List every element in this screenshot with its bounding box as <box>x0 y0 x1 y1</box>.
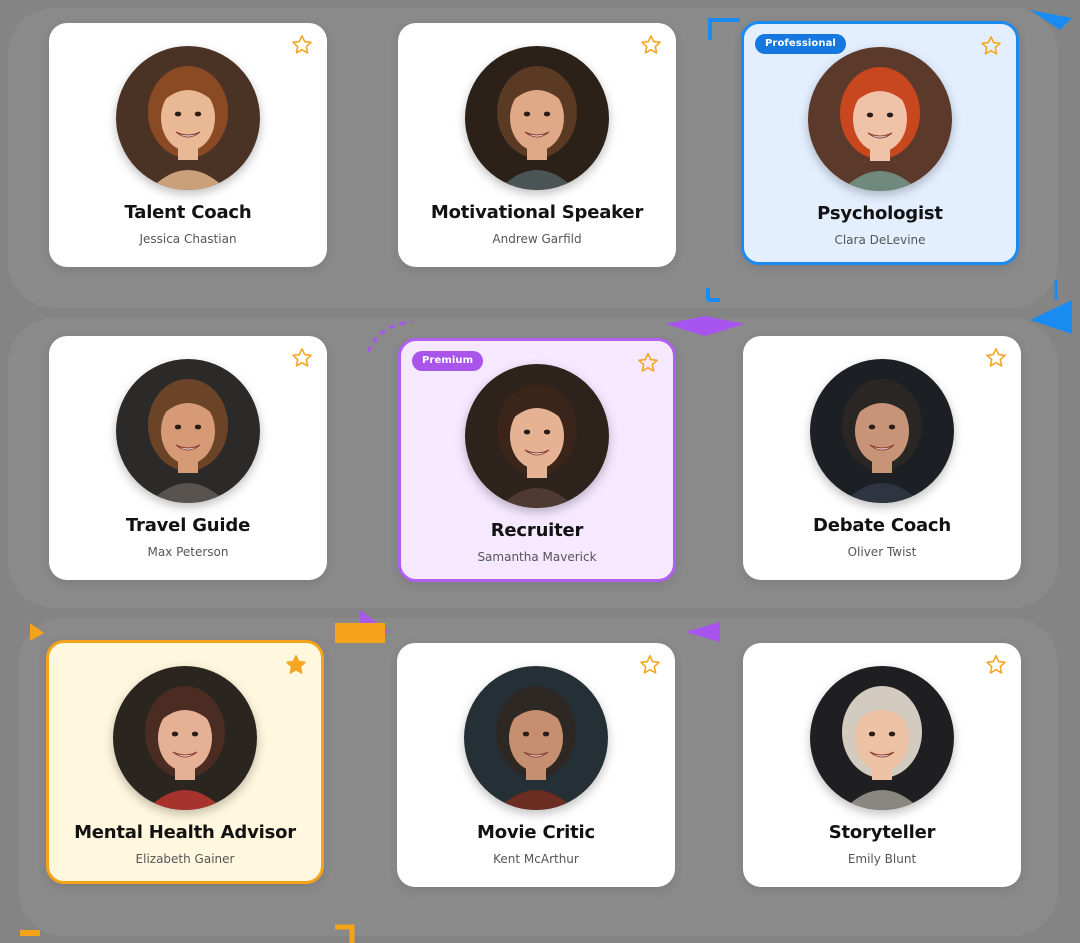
professional-badge: Professional <box>755 34 846 54</box>
card-title: Movie Critic <box>477 822 595 843</box>
star-outline-icon[interactable] <box>637 352 659 374</box>
star-outline-icon[interactable] <box>640 34 662 56</box>
card-title: Mental Health Advisor <box>74 822 296 843</box>
card-person-name: Clara DeLevine <box>834 233 926 247</box>
card-person-name: Emily Blunt <box>847 852 917 866</box>
advisor-card-storyteller[interactable]: Storyteller Emily Blunt <box>743 643 1021 887</box>
advisor-card-recruiter[interactable]: Premium Recruiter Samantha Maverick <box>398 338 676 582</box>
portrait-image <box>116 359 260 503</box>
advisor-card-movie-critic[interactable]: Movie Critic Kent McArthur <box>397 643 675 887</box>
card-title: Recruiter <box>490 520 584 541</box>
avatar <box>116 359 260 503</box>
card-person-name: Oliver Twist <box>847 545 917 559</box>
avatar <box>810 666 954 810</box>
card-title: Debate Coach <box>812 515 952 536</box>
star-outline-icon[interactable] <box>291 34 313 56</box>
card-title: Storyteller <box>828 822 936 843</box>
star-outline-icon[interactable] <box>291 347 313 369</box>
card-person-name: Samantha Maverick <box>477 550 597 564</box>
card-person-name: Jessica Chastian <box>139 232 237 246</box>
avatar <box>465 46 609 190</box>
star-outline-icon[interactable] <box>639 654 661 676</box>
card-person-name: Kent McArthur <box>493 852 579 866</box>
card-title: Travel Guide <box>125 515 251 536</box>
avatar <box>464 666 608 810</box>
portrait-image <box>113 666 257 810</box>
advisor-card-debate-coach[interactable]: Debate Coach Oliver Twist <box>743 336 1021 580</box>
card-person-name: Max Peterson <box>147 545 229 559</box>
advisor-card-motivational-speaker[interactable]: Motivational Speaker Andrew Garfild <box>398 23 676 267</box>
portrait-image <box>464 666 608 810</box>
premium-badge: Premium <box>412 351 484 371</box>
avatar <box>113 666 257 810</box>
advisor-card-mental-health-advisor[interactable]: Mental Health Advisor Elizabeth Gainer <box>46 640 324 884</box>
portrait-image <box>808 47 952 191</box>
star-outline-icon[interactable] <box>980 35 1002 57</box>
portrait-image <box>465 364 609 508</box>
advisor-card-psychologist[interactable]: Professional Psychologist Clara DeLevine <box>741 21 1019 265</box>
avatar <box>810 359 954 503</box>
avatar <box>465 364 609 508</box>
card-person-name: Elizabeth Gainer <box>135 852 235 866</box>
portrait-image <box>116 46 260 190</box>
card-person-name: Andrew Garfild <box>492 232 582 246</box>
avatar <box>808 47 952 191</box>
advisor-card-travel-guide[interactable]: Travel Guide Max Peterson <box>49 336 327 580</box>
avatar <box>116 46 260 190</box>
star-outline-icon[interactable] <box>985 654 1007 676</box>
card-title: Talent Coach <box>124 202 252 223</box>
star-filled-icon[interactable] <box>285 654 307 676</box>
portrait-image <box>810 666 954 810</box>
card-title: Psychologist <box>817 203 943 224</box>
card-title: Motivational Speaker <box>430 202 644 223</box>
advisor-card-talent-coach[interactable]: Talent Coach Jessica Chastian <box>49 23 327 267</box>
portrait-image <box>810 359 954 503</box>
portrait-image <box>465 46 609 190</box>
star-outline-icon[interactable] <box>985 347 1007 369</box>
